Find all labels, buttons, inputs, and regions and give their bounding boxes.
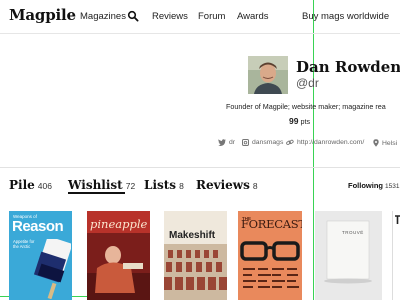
cover-photo xyxy=(315,211,382,300)
instagram-link[interactable]: dansmags xyxy=(242,139,283,146)
active-tab-underline xyxy=(68,192,125,194)
cover-title: TROUVÉ xyxy=(342,230,364,235)
magazine-cover-pineapple[interactable]: pineapple xyxy=(87,211,150,300)
instagram-handle: dansmags xyxy=(252,139,284,146)
glasses-illustration xyxy=(240,241,300,288)
magazine-cover-reason[interactable]: Weapons of Reason Appetite for the Arcti… xyxy=(9,211,72,300)
magazine-cover-forecast[interactable]: THE FORECAST xyxy=(238,211,302,300)
tabs-divider xyxy=(0,167,400,168)
points-unit: pts xyxy=(300,117,311,126)
tab-label: Reviews xyxy=(196,178,250,192)
points-value: 99 xyxy=(289,116,299,126)
cover-title: FORECAST xyxy=(241,217,302,231)
twitter-handle: dr xyxy=(229,139,236,146)
cover-photo xyxy=(164,244,227,300)
tab-count: 406 xyxy=(37,181,52,191)
following-count: 1531 xyxy=(385,183,400,190)
location-text: Helsi xyxy=(382,139,398,147)
instagram-icon xyxy=(242,139,249,146)
magazine-cover-makeshift[interactable]: Makeshift xyxy=(164,211,227,300)
tab-lists[interactable]: Lists 8 xyxy=(144,176,184,194)
link-icon xyxy=(286,139,294,145)
nav-divider xyxy=(0,33,400,34)
twitter-link[interactable]: dr xyxy=(218,139,235,146)
nav-item-magazines[interactable]: Magazines xyxy=(80,11,126,22)
following-link[interactable]: Following 1531 xyxy=(348,181,399,190)
search-icon[interactable] xyxy=(127,10,139,22)
tab-count: 8 xyxy=(179,181,184,191)
tab-label: Wishlist xyxy=(68,178,123,192)
magazine-cover-trouve[interactable]: TROUVÉ xyxy=(315,211,382,300)
nav-item-forum[interactable]: Forum xyxy=(198,11,225,22)
nav-item-awards[interactable]: Awards xyxy=(237,11,269,22)
tab-count: 8 xyxy=(252,181,258,191)
cover-title: Reason xyxy=(12,218,64,235)
profile-handle: @dr xyxy=(296,76,319,90)
cover-letter xyxy=(395,215,400,224)
magazine-shelf: Weapons of Reason Appetite for the Arcti… xyxy=(0,203,400,300)
twitter-icon xyxy=(218,139,226,146)
tab-count: 72 xyxy=(125,181,136,191)
profile-name: Dan Rowden xyxy=(296,58,400,76)
location-pin-icon xyxy=(373,139,379,147)
website-link[interactable]: http://danrowden.com/ xyxy=(286,139,364,146)
buy-mags-link[interactable]: Buy mags worldwide xyxy=(302,11,389,22)
tab-reviews[interactable]: Reviews 8 xyxy=(196,176,258,194)
cover-title: pineapple xyxy=(90,217,148,231)
cover-title: Makeshift xyxy=(169,230,216,241)
guide-line-vertical-bottom xyxy=(313,288,319,300)
location-link[interactable]: Helsi xyxy=(373,139,397,147)
profile-points: 99 pts xyxy=(289,116,310,126)
nav-item-reviews[interactable]: Reviews xyxy=(152,11,188,22)
cover-photo xyxy=(87,233,150,300)
top-navigation: Magpile Magazines Reviews Forum Awards B… xyxy=(0,0,400,34)
ice-cream-illustration xyxy=(33,239,71,299)
tab-label: Pile xyxy=(9,178,35,192)
avatar[interactable] xyxy=(248,56,288,94)
website-url: http://danrowden.com/ xyxy=(297,139,365,146)
site-logo[interactable]: Magpile xyxy=(9,6,76,24)
tab-label: Lists xyxy=(144,178,177,192)
profile-bio: Founder of Magpile; website maker; magaz… xyxy=(226,102,386,111)
magazine-cover-partial[interactable] xyxy=(392,211,400,300)
tab-pile[interactable]: Pile 406 xyxy=(9,176,52,194)
following-label: Following xyxy=(348,181,383,190)
